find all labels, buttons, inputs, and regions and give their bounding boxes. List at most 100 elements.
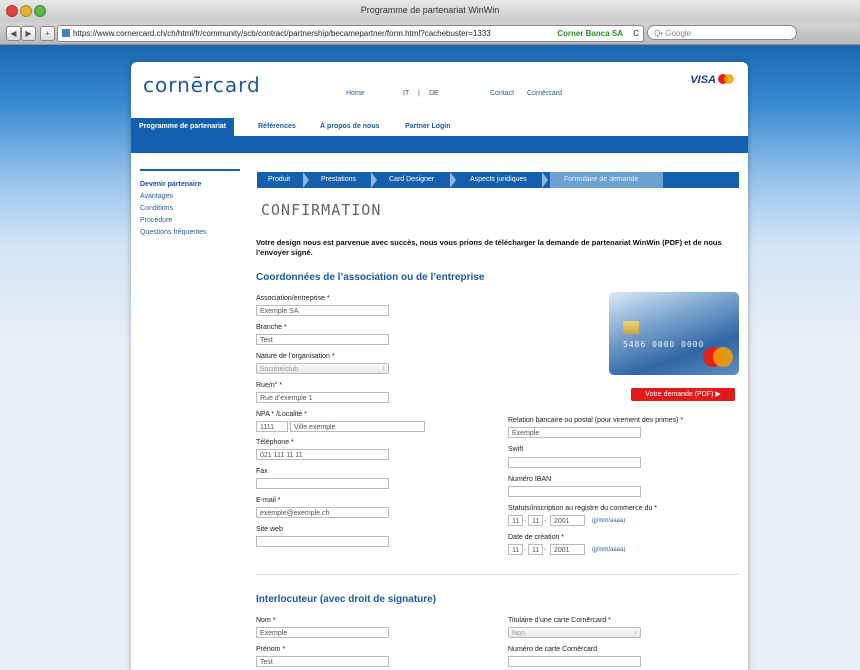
url-bar[interactable]: https://www.cornercard.ch/ch/html/fr/com…: [57, 25, 644, 42]
statuts-day-input[interactable]: 11: [508, 515, 523, 526]
download-pdf-label: Votre demande (PDF): [645, 391, 714, 398]
tab-programme[interactable]: Programme de partenariat: [131, 118, 235, 136]
step-card-designer[interactable]: Card Designer: [389, 172, 434, 188]
iban-input[interactable]: [508, 486, 641, 497]
creation-date-format: (jj/mm/aaaa): [592, 547, 626, 553]
tab-a-propos[interactable]: À propos de nous: [312, 118, 388, 136]
tab-partner-login[interactable]: Partner Login: [397, 118, 459, 136]
nom-label: Nom *: [256, 617, 276, 624]
titulaire-select[interactable]: Non: [508, 627, 641, 638]
section-title-interlocuteur: Interlocuteur (avec droit de signature): [256, 594, 437, 605]
visa-mastercard-logo: VISA: [690, 74, 734, 86]
step-prestations[interactable]: Prestations: [321, 172, 356, 188]
npa-label: NPA * /Localité *: [256, 411, 307, 418]
association-label: Association/entreprise *: [256, 295, 330, 302]
telephone-label: Téléphone *: [256, 439, 294, 446]
left-nav-procedure[interactable]: Procédure: [140, 215, 207, 227]
step-progress-bar: Produit Prestations Card Designer Aspect…: [257, 172, 739, 188]
top-link-cornercard[interactable]: Cornērcard: [527, 90, 562, 97]
reload-icon[interactable]: C: [633, 26, 639, 41]
step-formulaire[interactable]: Formulaire de demande: [550, 172, 663, 188]
date-separator: .: [524, 516, 526, 523]
creation-year-input[interactable]: 2001: [550, 544, 585, 555]
top-link-de[interactable]: DE: [429, 90, 439, 97]
iban-label: Numéro IBAN: [508, 476, 552, 483]
creation-month-input[interactable]: 11: [528, 544, 543, 555]
left-nav-devenir[interactable]: Devenir partenaire: [140, 179, 207, 191]
date-separator: .: [544, 516, 546, 523]
email-input[interactable]: exemple@exemple.ch: [256, 507, 389, 518]
nature-select[interactable]: Société/club: [256, 363, 389, 374]
step-chevron-icon: [303, 172, 309, 188]
forward-button[interactable]: ▶: [21, 26, 36, 41]
download-pdf-button[interactable]: Votre demande (PDF) ▶: [631, 388, 735, 401]
search-input[interactable]: Q• Google: [647, 25, 797, 40]
visa-logo: VISA: [690, 74, 716, 86]
page-title: CONFIRMATION: [261, 201, 382, 219]
card-design-preview: 5486 0000 0000: [609, 292, 739, 375]
creation-day-input[interactable]: 11: [508, 544, 523, 555]
numero-carte-label: Numéro de carte Cornērcard: [508, 646, 598, 653]
creation-label: Date de création *: [508, 534, 565, 541]
prenom-input[interactable]: Test: [256, 656, 389, 667]
left-nav: Devenir partenaire Avantages Conditions …: [140, 179, 207, 239]
cornercard-logo[interactable]: cornērcard: [143, 73, 261, 97]
npa-input[interactable]: 1111: [256, 421, 288, 432]
swift-label: Swift: [508, 446, 524, 453]
date-separator: .: [544, 545, 546, 552]
rue-input[interactable]: Rue d’exemple 1: [256, 392, 389, 403]
branche-label: Branche *: [256, 324, 287, 331]
website-label: Site web: [256, 526, 283, 533]
url-text: https://www.cornercard.ch/ch/html/fr/com…: [73, 29, 491, 38]
intro-text: Votre design nous est parvenue avec succ…: [256, 238, 722, 257]
branche-input[interactable]: Test: [256, 334, 389, 345]
top-link-contact[interactable]: Contact: [490, 90, 514, 97]
nature-label: Nature de l’organisation *: [256, 353, 335, 360]
relation-label: Relation bancaire ou postal (pour vireme…: [508, 417, 684, 424]
lock-icon: [62, 29, 70, 37]
arrow-right-icon: ▶: [715, 391, 721, 398]
mastercard-icon: [718, 74, 734, 84]
nav-underbar: [131, 136, 748, 153]
browser-toolbar: ◀ ▶ + https://www.cornercard.ch/ch/html/…: [0, 22, 860, 45]
section-divider: [256, 574, 739, 575]
top-link-it[interactable]: IT: [403, 90, 409, 97]
fax-input[interactable]: [256, 478, 389, 489]
left-nav-divider: [140, 169, 240, 171]
prenom-label: Prénom *: [256, 646, 286, 653]
page-viewport: cornērcard VISA Home IT | DE Contact Cor…: [0, 45, 860, 670]
left-nav-faq[interactable]: Questions fréquentes: [140, 227, 207, 239]
top-link-separator: |: [418, 90, 420, 97]
back-button[interactable]: ◀: [6, 26, 21, 41]
fax-label: Fax: [256, 468, 268, 475]
step-chevron-icon: [450, 172, 456, 188]
numero-carte-input[interactable]: [508, 656, 641, 667]
card-chip-icon: [623, 321, 639, 334]
left-nav-conditions[interactable]: Conditions: [140, 203, 207, 215]
tab-references[interactable]: Références: [250, 118, 304, 136]
main-nav: Programme de partenariat Références À pr…: [131, 114, 748, 136]
step-aspects-juridiques[interactable]: Aspects juridiques: [470, 172, 527, 188]
statuts-year-input[interactable]: 2001: [550, 515, 585, 526]
email-label: E-mail *: [256, 497, 281, 504]
website-input[interactable]: [256, 536, 389, 547]
titulaire-label: Titulaire d’une carte Cornērcard *: [508, 617, 611, 624]
statuts-date-format: (jj/mm/aaaa): [592, 518, 626, 524]
page-container: cornērcard VISA Home IT | DE Contact Cor…: [131, 62, 748, 670]
relation-input[interactable]: Exemple: [508, 427, 641, 438]
swift-input[interactable]: [508, 457, 641, 468]
left-nav-avantages[interactable]: Avantages: [140, 191, 207, 203]
association-input[interactable]: Exemple SA: [256, 305, 389, 316]
card-number: 5486 0000 0000: [623, 340, 705, 349]
step-produit[interactable]: Produit: [268, 172, 290, 188]
window-title: Programme de partenariat WinWin: [360, 5, 500, 15]
card-mastercard-icon: [703, 347, 733, 367]
top-link-home[interactable]: Home: [346, 90, 365, 97]
rue-label: Rue/n° *: [256, 382, 283, 389]
telephone-input[interactable]: 021 111 11 11: [256, 449, 389, 460]
nom-input[interactable]: Exemple: [256, 627, 389, 638]
step-chevron-icon: [542, 172, 548, 188]
localite-input[interactable]: Ville exemple: [290, 421, 425, 432]
statuts-month-input[interactable]: 11: [528, 515, 543, 526]
add-bookmark-button[interactable]: +: [40, 26, 55, 41]
